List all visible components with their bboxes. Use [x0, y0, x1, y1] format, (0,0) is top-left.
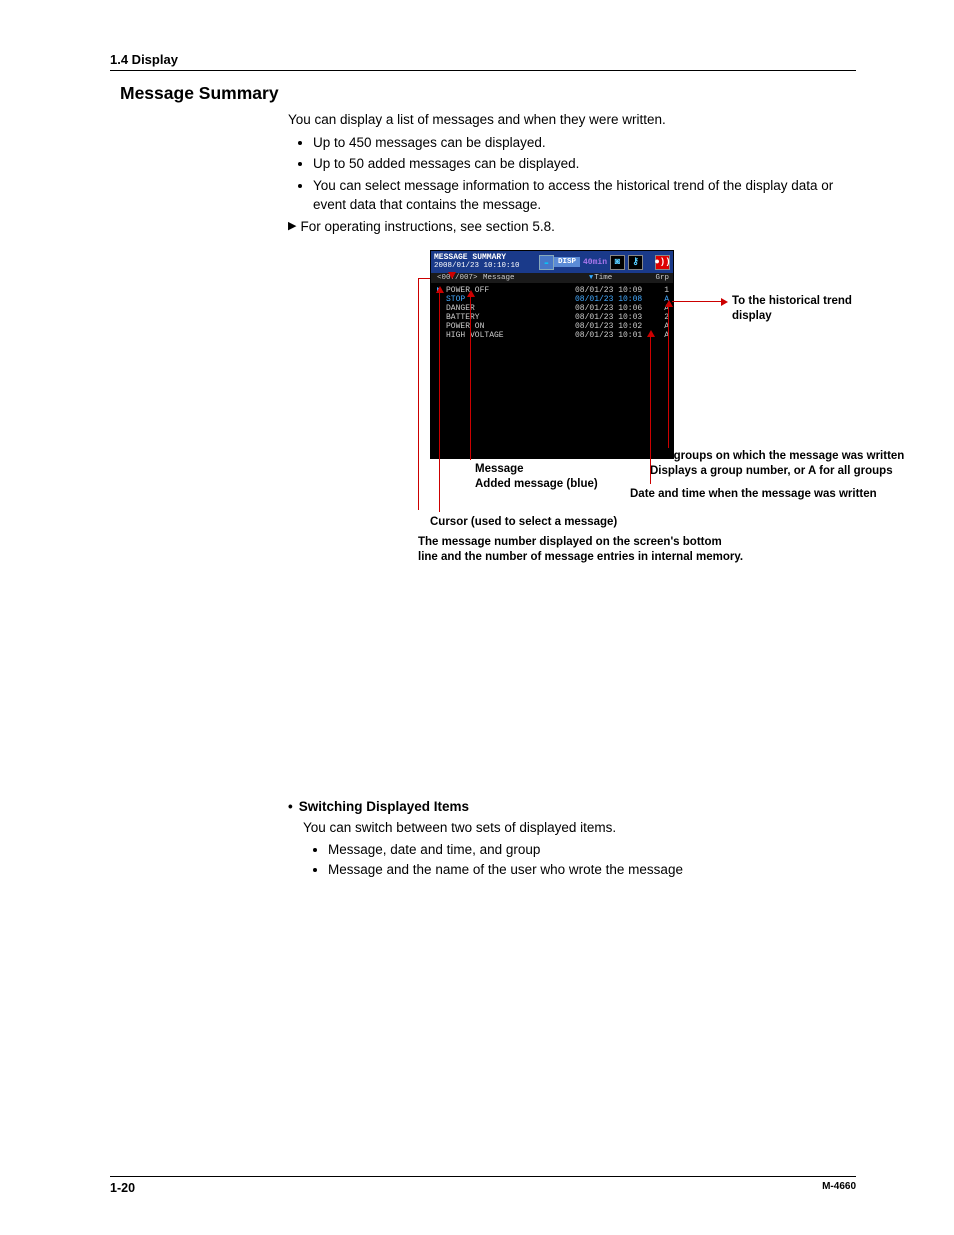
header-rule — [110, 70, 856, 71]
subsection-bullet: Message and the name of the user who wro… — [328, 860, 856, 880]
section-title: Message Summary — [120, 83, 856, 104]
arrow-icon — [721, 298, 728, 306]
label-message: Message — [475, 462, 524, 476]
intro-lead: You can display a list of messages and w… — [288, 110, 856, 130]
subsection: Switching Displayed Items You can switch… — [288, 799, 856, 879]
intro-bullets: Up to 450 messages can be displayed. Up … — [288, 133, 856, 215]
label-datetime: Date and time when the message was writt… — [630, 487, 940, 501]
subsection-title: Switching Displayed Items — [288, 799, 856, 814]
leader-line — [650, 336, 651, 484]
group-header: Grp — [651, 274, 669, 282]
leader-line — [418, 278, 419, 510]
arrow-icon — [665, 300, 673, 307]
arrow-icon — [647, 330, 655, 337]
key-icon: ⚷ — [628, 255, 643, 270]
intro-bullet: Up to 50 added messages can be displayed… — [313, 154, 856, 174]
title-bar: MESSAGE SUMMARY 2008/01/23 10:10:10 ▬ DI… — [431, 251, 673, 273]
publication-id: M-4660 — [822, 1181, 856, 1195]
label-added: Added message (blue) — [475, 477, 598, 491]
intro-bullet: Up to 450 messages can be displayed. — [313, 133, 856, 153]
label-trend: To the historical trend display — [732, 294, 856, 323]
screen-title: MESSAGE SUMMARY — [434, 253, 539, 262]
table-row: DANGER 08/01/23 10:06 A — [437, 304, 669, 313]
message-list: POWER OFF 08/01/23 10:09 1 STOP 08/01/23… — [431, 283, 673, 458]
table-row: HIGH VOLTAGE 08/01/23 10:01 A — [437, 331, 669, 340]
leader-line — [439, 292, 440, 512]
label-msg-number: The message number displayed on the scre… — [418, 535, 798, 565]
label-cursor: Cursor (used to select a message) — [430, 515, 617, 529]
leader-line — [672, 301, 722, 302]
arrow-icon — [467, 290, 475, 297]
intro-bullet: You can select message information to ac… — [313, 176, 856, 215]
camera-icon: ◙ — [610, 255, 625, 270]
interval-indicator: 40min — [583, 258, 607, 267]
mode-indicator: DISP — [554, 257, 580, 267]
page-header: 1.4 Display — [110, 52, 856, 67]
column-header-row: <007/007> Message Time Grp — [431, 273, 673, 283]
device-screen: MESSAGE SUMMARY 2008/01/23 10:10:10 ▬ DI… — [430, 250, 674, 459]
screen-timestamp: 2008/01/23 10:10:10 — [434, 262, 539, 271]
table-row: POWER ON 08/01/23 10:02 A — [437, 322, 669, 331]
arrow-icon — [436, 286, 444, 293]
label-groups: The groups on which the message was writ… — [650, 449, 954, 478]
subsection-bullet: Message, date and time, and group — [328, 840, 856, 860]
subsection-bullets: Message, date and time, and group Messag… — [303, 840, 856, 879]
count-header: <007/007> — [437, 274, 483, 282]
arrow-icon — [448, 272, 456, 279]
message-header: Message — [483, 274, 589, 282]
reference-line: For operating instructions, see section … — [288, 217, 856, 237]
leader-line — [470, 296, 471, 460]
page-footer: 1-20 M-4660 — [110, 1176, 856, 1195]
page-number: 1-20 — [110, 1181, 135, 1195]
figure-block: MESSAGE SUMMARY 2008/01/23 10:10:10 ▬ DI… — [310, 250, 856, 459]
alarm-icon: ●)) — [655, 255, 670, 270]
subsection-lead: You can switch between two sets of displ… — [303, 818, 856, 838]
disk-icon: ▬ — [539, 255, 554, 270]
section-body: You can display a list of messages and w… — [288, 110, 856, 236]
table-row: BATTERY 08/01/23 10:03 2 — [437, 313, 669, 322]
leader-line — [668, 306, 669, 448]
indicator-group: 40min ◙ ⚷ ●)) — [583, 255, 673, 270]
time-header: Time — [589, 274, 651, 282]
